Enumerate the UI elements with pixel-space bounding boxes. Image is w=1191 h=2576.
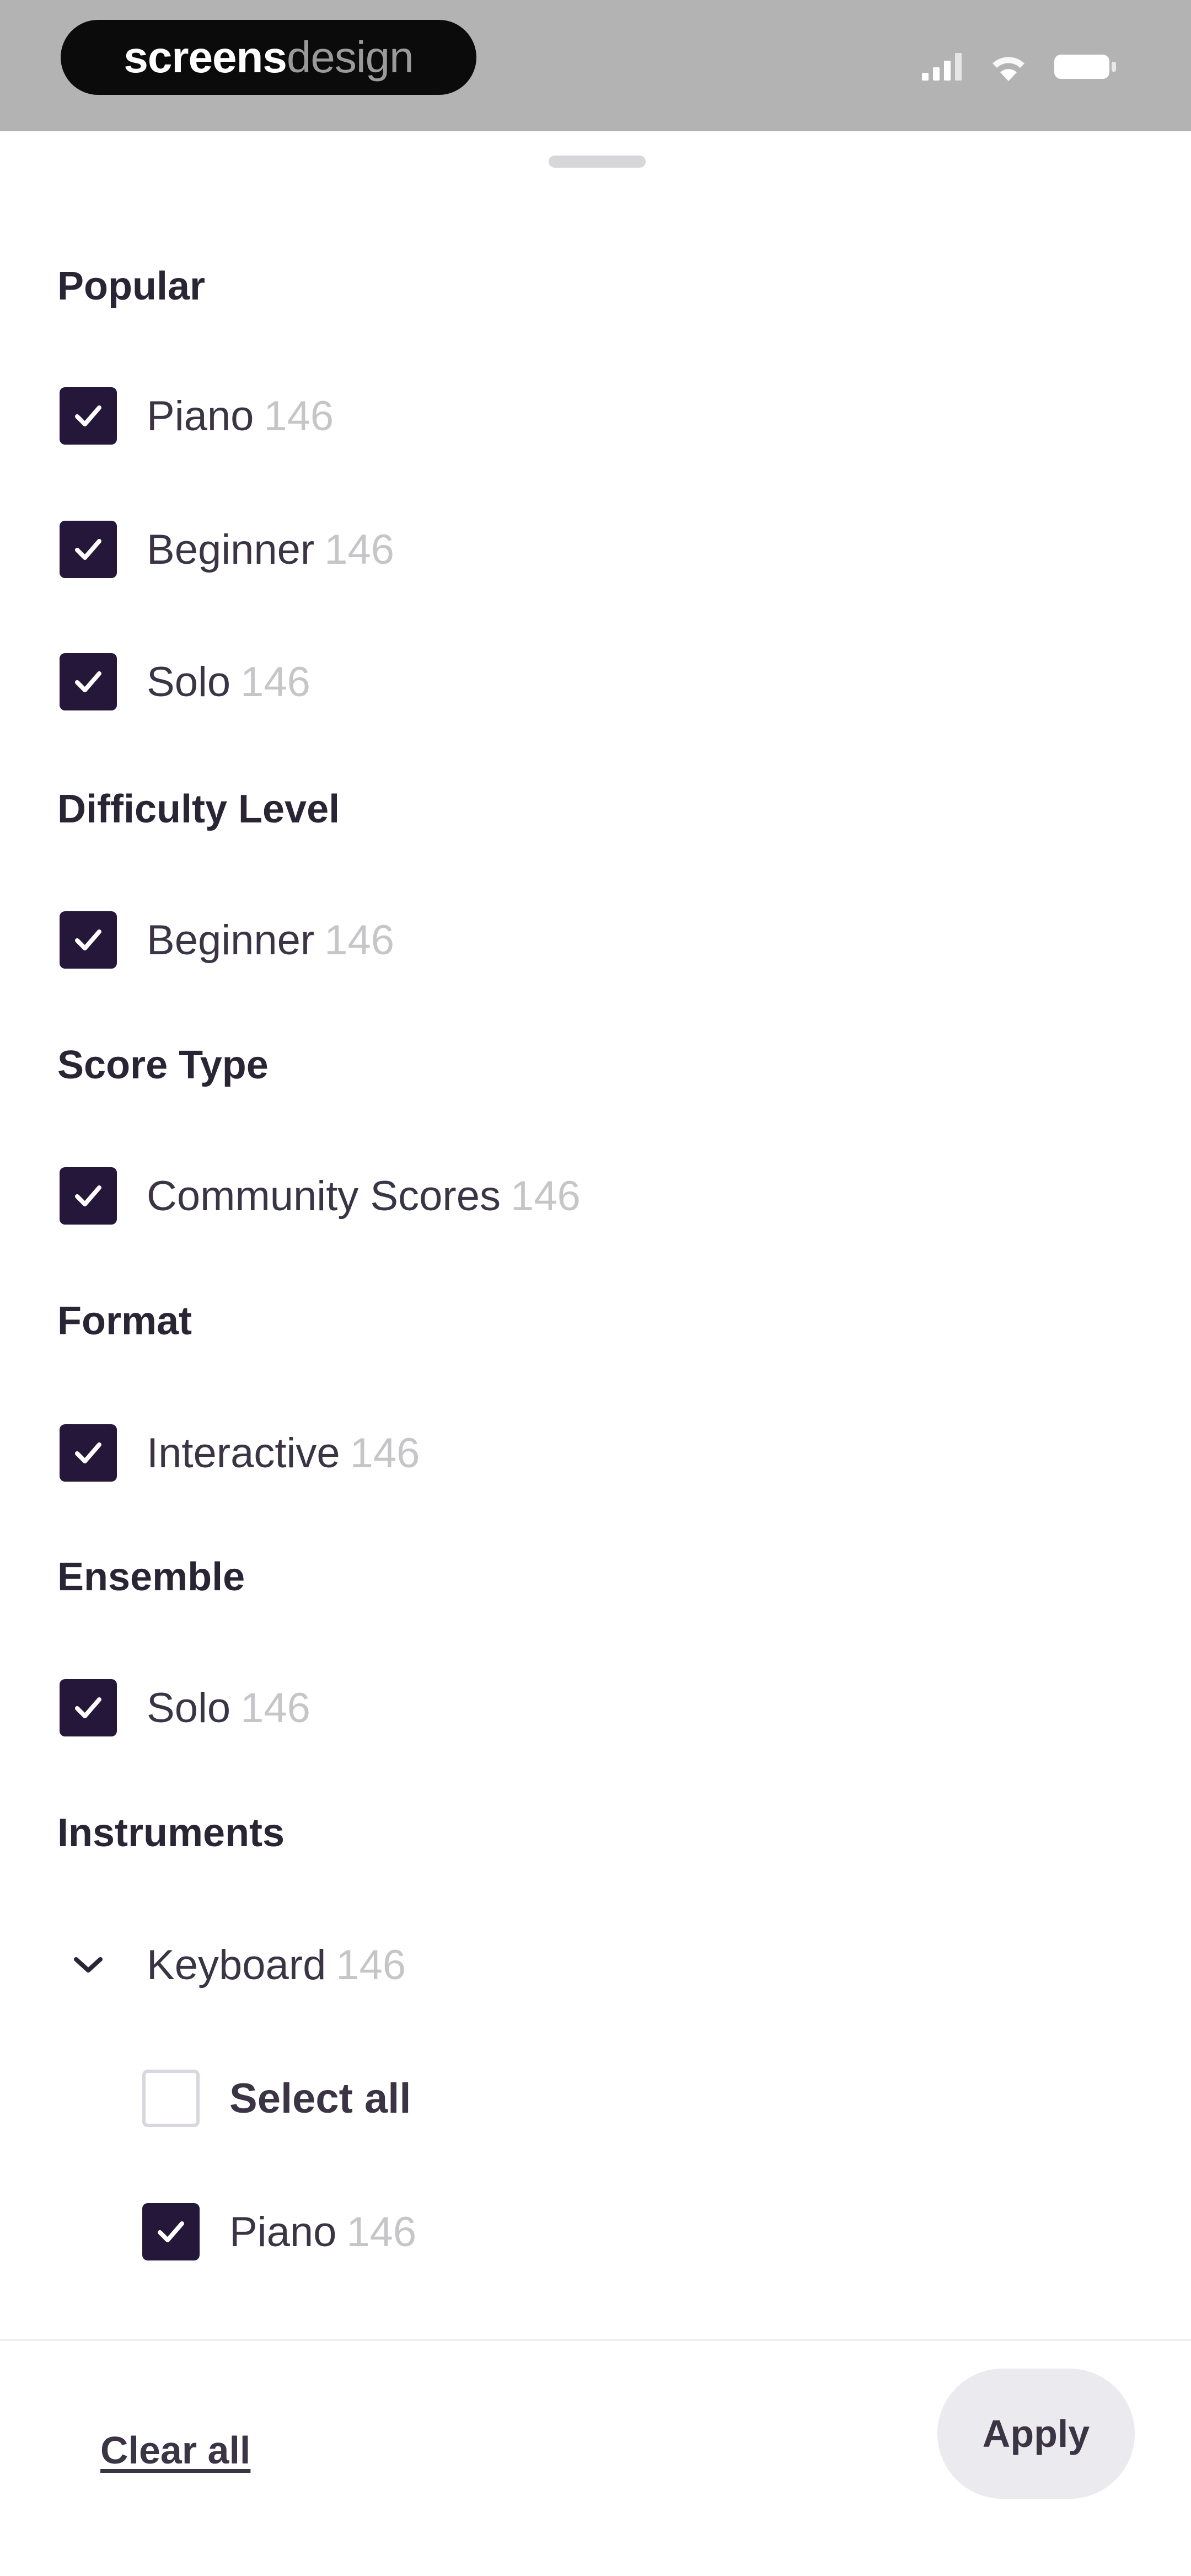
checkmark-icon — [75, 671, 101, 692]
checkbox-checked[interactable] — [60, 521, 117, 578]
option-count: 146 — [264, 392, 334, 440]
filter-option-ensemble-solo[interactable]: Solo 146 — [60, 1679, 310, 1736]
option-count: 146 — [510, 1172, 581, 1220]
apply-button[interactable]: Apply — [937, 2369, 1135, 2499]
checkmark-icon — [75, 1442, 101, 1463]
option-label: Beginner — [147, 526, 315, 573]
checkbox-checked[interactable] — [142, 2203, 200, 2260]
brand-logo-strong: screens — [124, 33, 287, 82]
checkmark-icon — [75, 405, 101, 426]
checkbox-checked[interactable] — [60, 911, 117, 969]
option-count: 146 — [324, 526, 395, 573]
brand-logo-light: design — [286, 33, 414, 82]
section-title-instruments: Instruments — [57, 1811, 285, 1855]
status-icons — [922, 52, 1119, 84]
option-label: Solo — [147, 658, 231, 706]
chevron-down-icon[interactable] — [60, 1936, 117, 1994]
group-label: Keyboard — [147, 1941, 326, 1989]
checkbox-checked[interactable] — [60, 653, 117, 710]
option-label: Solo — [147, 1684, 231, 1731]
option-label: Community Scores — [147, 1172, 501, 1220]
select-all-option[interactable]: Select all — [142, 2070, 411, 2127]
brand-logo: screens design — [61, 20, 476, 95]
wifi-icon — [989, 52, 1028, 84]
clear-all-link[interactable]: Clear all — [100, 2428, 250, 2472]
signal-icon — [922, 53, 964, 83]
filter-option-beginner[interactable]: Beginner 146 — [60, 521, 394, 578]
battery-icon — [1053, 52, 1119, 84]
filter-option-instrument-piano[interactable]: Piano 146 — [142, 2203, 416, 2260]
checkbox-checked[interactable] — [60, 1424, 117, 1482]
checkbox-checked[interactable] — [60, 1167, 117, 1225]
option-label: Interactive — [147, 1429, 340, 1477]
option-count: 146 — [324, 916, 395, 964]
filter-option-solo[interactable]: Solo 146 — [60, 653, 310, 710]
instrument-group-keyboard[interactable]: Keyboard 146 — [60, 1936, 406, 1994]
option-count: 146 — [240, 658, 310, 706]
checkmark-icon — [75, 929, 101, 950]
sheet-grabber[interactable] — [549, 156, 646, 168]
section-title-difficulty: Difficulty Level — [57, 787, 340, 831]
checkmark-icon — [75, 539, 101, 560]
status-bar: screens design — [0, 0, 1191, 131]
filter-option-difficulty-beginner[interactable]: Beginner 146 — [60, 911, 394, 969]
sheet-footer: Clear all Apply — [0, 2339, 1191, 2576]
filter-sheet: Popular Piano 146 Beginner 146 Solo 146 … — [0, 131, 1191, 2576]
section-title-score-type: Score Type — [57, 1043, 269, 1087]
filter-option-community-scores[interactable]: Community Scores 146 — [60, 1167, 581, 1225]
section-title-format: Format — [57, 1299, 192, 1343]
option-label: Piano — [229, 2208, 337, 2256]
checkbox-checked[interactable] — [60, 1679, 117, 1736]
select-all-label: Select all — [229, 2075, 411, 2122]
option-count: 146 — [350, 1429, 420, 1477]
option-count: 146 — [346, 2208, 417, 2256]
checkmark-icon — [158, 2221, 184, 2242]
checkmark-icon — [75, 1185, 101, 1206]
option-count: 146 — [240, 1684, 310, 1731]
section-title-ensemble: Ensemble — [57, 1555, 245, 1599]
group-count: 146 — [336, 1941, 406, 1989]
option-label: Piano — [147, 392, 254, 440]
filter-option-interactive[interactable]: Interactive 146 — [60, 1424, 420, 1482]
checkmark-icon — [75, 1697, 101, 1718]
checkbox-unchecked[interactable] — [142, 2070, 200, 2127]
checkbox-checked[interactable] — [60, 387, 117, 445]
section-title-popular: Popular — [57, 264, 206, 308]
option-label: Beginner — [147, 916, 315, 964]
filter-screen: screens design Popular Piano 146 Beginne… — [0, 0, 1191, 2576]
filter-option-piano[interactable]: Piano 146 — [60, 387, 334, 445]
